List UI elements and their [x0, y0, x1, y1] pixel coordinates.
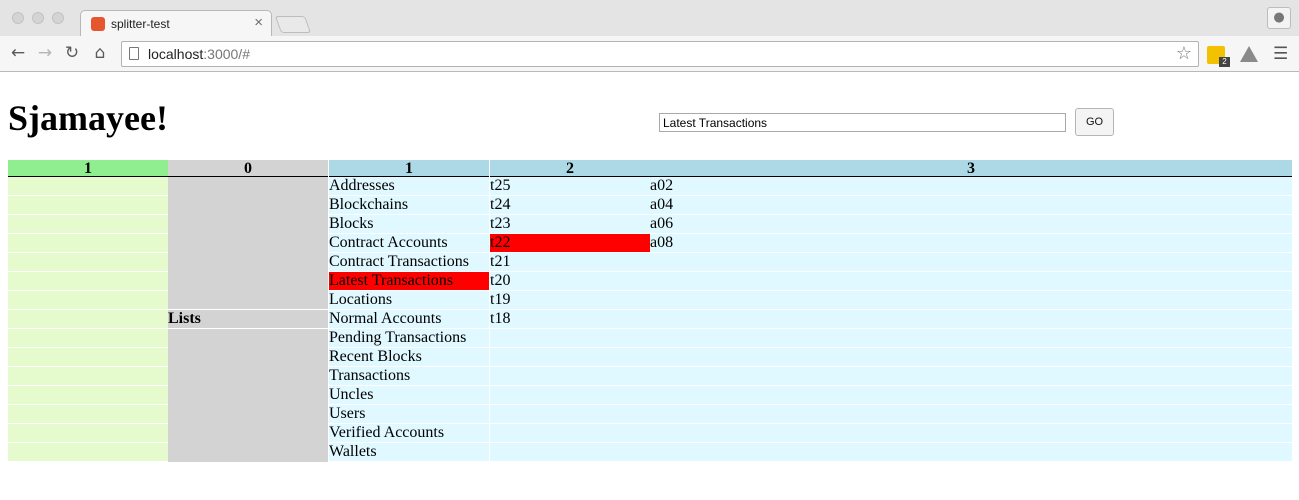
details-row: t18 — [490, 310, 1292, 329]
column-1-row — [8, 348, 168, 367]
list-item[interactable]: Normal Accounts — [329, 310, 489, 329]
list-item[interactable]: Verified Accounts — [329, 424, 489, 443]
column-header-transactions[interactable]: 2 — [490, 160, 650, 177]
details-row — [490, 386, 1292, 405]
details-row — [490, 405, 1292, 424]
list-item[interactable]: Uncles — [329, 386, 489, 405]
column-1-row — [8, 424, 168, 443]
column-1-row — [8, 405, 168, 424]
lists-column: Addresses Blockchains Blocks Contract Accou… — [329, 177, 489, 462]
minimize-window-button[interactable] — [32, 12, 44, 24]
list-item[interactable]: Blockchains — [329, 196, 489, 215]
tab-title: splitter-test — [111, 17, 170, 31]
transaction-item[interactable]: t23 — [490, 215, 650, 233]
details-row — [490, 348, 1292, 367]
forward-icon[interactable]: → — [35, 42, 55, 64]
details-row — [490, 443, 1292, 462]
page-title: Sjamayee! — [8, 98, 168, 138]
column-header-1[interactable]: 1 — [8, 160, 168, 177]
column-1-row — [8, 329, 168, 348]
list-item[interactable]: Transactions — [329, 367, 489, 386]
list-item[interactable]: Locations — [329, 291, 489, 310]
column-1-row — [8, 443, 168, 462]
account-item[interactable]: a04 — [650, 196, 673, 214]
bookmark-star-icon[interactable]: ☆ — [1176, 43, 1192, 64]
back-icon[interactable]: ← — [8, 42, 28, 64]
drive-icon[interactable] — [1240, 46, 1258, 62]
transaction-item[interactable]: t20 — [490, 272, 650, 290]
details-row: t19 — [490, 291, 1292, 310]
list-item[interactable]: Contract Transactions — [329, 253, 489, 272]
list-item[interactable]: Latest Transactions — [329, 272, 489, 291]
column-1-row — [8, 310, 168, 329]
details-row: t22 a08 — [490, 234, 1292, 253]
tab-strip: splitter-test × ● — [0, 0, 1299, 37]
transaction-item[interactable]: t24 — [490, 196, 650, 214]
lists-label[interactable]: Lists — [168, 309, 328, 329]
list-item[interactable]: Recent Blocks — [329, 348, 489, 367]
menu-icon[interactable]: ☰ — [1273, 44, 1288, 64]
tab-close-icon[interactable]: × — [254, 14, 263, 31]
profile-icon[interactable]: ● — [1267, 7, 1291, 29]
favicon-icon — [91, 17, 105, 31]
list-item[interactable]: Pending Transactions — [329, 329, 489, 348]
column-1-row — [8, 196, 168, 215]
page-icon — [129, 47, 139, 60]
details-row: t24 a04 — [490, 196, 1292, 215]
details-row: t21 — [490, 253, 1292, 272]
list-item[interactable]: Addresses — [329, 177, 489, 196]
account-item[interactable]: a08 — [650, 234, 673, 252]
column-0-body: Lists — [168, 177, 328, 462]
column-1-row — [8, 177, 168, 196]
column-1-row — [8, 367, 168, 386]
list-item[interactable]: Wallets — [329, 443, 489, 462]
search-input[interactable] — [659, 113, 1066, 132]
home-icon[interactable]: ⌂ — [90, 42, 110, 64]
go-button[interactable]: GO — [1075, 108, 1114, 136]
details-column: t25 a02 t24 a04 t23 a06 t22 a08 t21 t20 t19 t18 — [490, 177, 1292, 462]
new-tab-button[interactable] — [274, 16, 312, 33]
list-item[interactable]: Contract Accounts — [329, 234, 489, 253]
close-window-button[interactable] — [12, 12, 24, 24]
transaction-item[interactable]: t18 — [490, 310, 650, 328]
transaction-item[interactable]: t19 — [490, 291, 650, 309]
account-item[interactable]: a06 — [650, 215, 673, 233]
column-1-row — [8, 253, 168, 272]
column-1-body — [8, 177, 168, 462]
column-1-row — [8, 291, 168, 310]
url-text: localhost:3000/# — [148, 46, 250, 62]
list-item[interactable]: Users — [329, 405, 489, 424]
transaction-item[interactable]: t22 — [490, 234, 650, 252]
details-row: t23 a06 — [490, 215, 1292, 234]
browser-tab[interactable]: splitter-test × — [80, 10, 272, 37]
details-row: t20 — [490, 272, 1292, 291]
details-row: t25 a02 — [490, 177, 1292, 196]
column-header-0[interactable]: 0 — [168, 160, 328, 177]
reload-icon[interactable]: ↻ — [62, 42, 82, 64]
address-bar[interactable]: localhost:3000/# ☆ — [121, 41, 1199, 67]
column-header-lists[interactable]: 1 — [329, 160, 489, 177]
column-1-row — [8, 234, 168, 253]
details-row — [490, 329, 1292, 348]
column-0-filler — [168, 329, 328, 462]
transaction-item[interactable]: t21 — [490, 253, 650, 271]
account-item[interactable]: a02 — [650, 177, 673, 195]
column-header-accounts[interactable]: 3 — [650, 160, 1292, 177]
transaction-item[interactable]: t25 — [490, 177, 650, 195]
zoom-window-button[interactable] — [52, 12, 64, 24]
list-item[interactable]: Blocks — [329, 215, 489, 234]
column-0-filler — [168, 177, 328, 309]
extension-badge: 2 — [1219, 57, 1230, 67]
details-row — [490, 424, 1292, 443]
column-1-row — [8, 215, 168, 234]
splitter-grid: 1 0 1 2 3 Lists Addresses Blockchains Bloc… — [8, 160, 1292, 462]
details-row — [490, 367, 1292, 386]
column-1-row — [8, 272, 168, 291]
column-1-row — [8, 386, 168, 405]
